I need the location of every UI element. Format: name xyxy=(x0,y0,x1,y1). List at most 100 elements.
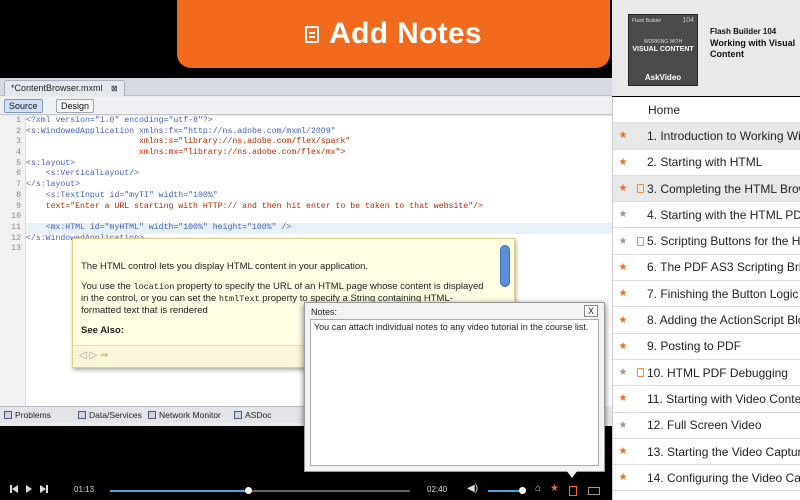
add-notes-banner: Add Notes xyxy=(177,0,610,68)
lesson-label: 7. Finishing the Button Logic xyxy=(647,286,799,301)
lesson-item[interactable]: ★ 1. Introduction to Working With xyxy=(613,123,800,150)
cover-subtitle: WORKING WITH xyxy=(643,39,683,45)
lesson-item[interactable]: ★ 4. Starting with the HTML PDF xyxy=(613,202,800,229)
app-window: *ContentBrowser.mxml ⊠ Source Design 123… xyxy=(0,0,800,500)
lesson-label: 6. The PDF AS3 Scripting Bridge xyxy=(647,260,800,275)
tooltip-scrollbar[interactable] xyxy=(500,245,510,287)
lesson-label: 11. Starting with Video Content xyxy=(647,391,800,406)
total-duration: 02:40 xyxy=(427,485,448,494)
line-number: 9 xyxy=(16,201,21,211)
lesson-item[interactable]: ★ 8. Adding the ActionScript Blocks xyxy=(613,307,800,334)
fast-forward-icon[interactable] xyxy=(40,485,48,495)
lesson-item[interactable]: ★ 13. Starting the Video Capture xyxy=(613,439,800,466)
favorite-star-icon[interactable]: ★ xyxy=(613,183,633,194)
line-number: 6 xyxy=(16,169,21,179)
favorite-star-icon[interactable]: ★ xyxy=(613,420,633,431)
lesson-item[interactable]: ★ 5. Scripting Buttons for the HTML xyxy=(613,228,800,255)
lesson-item[interactable]: ★ 7. Finishing the Button Logic xyxy=(613,281,800,308)
lesson-label: 4. Starting with the HTML PDF xyxy=(647,207,800,222)
favorite-star-icon[interactable]: ★ xyxy=(613,367,633,378)
note-indicator-icon xyxy=(633,368,647,378)
lesson-label: 1. Introduction to Working With xyxy=(647,128,800,143)
line-number: 1 xyxy=(16,116,21,125)
lesson-list: Home ★ 1. Introduction to Working With ★ 2. … xyxy=(612,97,800,500)
lesson-item[interactable]: ★ 9. Posting to PDF xyxy=(613,334,800,360)
lesson-item[interactable]: ★ 6. The PDF AS3 Scripting Bridge xyxy=(613,255,800,282)
favorite-star-icon[interactable]: ★ xyxy=(613,341,633,352)
banner-title: Add Notes xyxy=(329,17,482,50)
favorite-star-icon[interactable]: ★ xyxy=(613,209,633,220)
file-tab[interactable]: *ContentBrowser.mxml ⊠ xyxy=(4,80,125,96)
data-services-tab[interactable]: Data/Services xyxy=(78,410,142,420)
line-number: 3 xyxy=(16,137,21,147)
code-line[interactable]: xmlns:s="library://ns.adobe.com/flex/spa… xyxy=(26,137,612,148)
code-line[interactable]: <s:VerticalLayout/> xyxy=(26,169,612,180)
lesson-item[interactable]: ★ 2. Starting with HTML xyxy=(613,150,800,176)
lesson-item[interactable]: ★ 14. Configuring the Video Capture xyxy=(613,465,800,492)
favorite-star-icon[interactable]: ★ xyxy=(613,236,633,247)
notes-textarea[interactable]: You can attach individual notes to any v… xyxy=(310,319,599,466)
close-notes-button[interactable]: X xyxy=(584,305,598,317)
code-line[interactable]: xmlns:mx="library://ns.adobe.com/flex/mx… xyxy=(26,148,612,159)
play-icon[interactable] xyxy=(26,485,32,495)
course-title: Working with Visual Content xyxy=(710,38,796,59)
note-indicator-icon xyxy=(633,236,647,246)
note-indicator-icon xyxy=(633,184,647,194)
notes-icon[interactable] xyxy=(569,486,577,496)
network-monitor-tab[interactable]: Network Monitor xyxy=(148,410,221,420)
star-icon[interactable]: ★ xyxy=(550,483,559,494)
code-line[interactable]: text="Enter a URL starting with HTTP:// … xyxy=(26,202,612,213)
favorite-star-icon[interactable]: ★ xyxy=(613,446,633,457)
course-cover-image[interactable]: Flash Builder 104 WORKING WITH VISUAL CO… xyxy=(628,14,698,86)
line-number: 8 xyxy=(16,190,21,200)
lesson-item[interactable]: ★ 11. Starting with Video Content xyxy=(613,386,800,413)
open-doc-icon[interactable]: ⇒ xyxy=(100,350,108,361)
favorite-star-icon[interactable]: ★ xyxy=(613,393,633,404)
lesson-label: 2. Starting with HTML xyxy=(647,155,763,170)
volume-slider[interactable] xyxy=(488,487,526,494)
volume-handle[interactable] xyxy=(518,487,526,494)
seek-handle[interactable] xyxy=(244,487,252,494)
lesson-item[interactable]: ★ 10. HTML PDF Debugging xyxy=(613,360,800,387)
file-tab-label: *ContentBrowser.mxml xyxy=(11,83,103,93)
lesson-label: 8. Adding the ActionScript Blocks xyxy=(647,313,800,328)
tooltip-intro: The HTML control lets you display HTML c… xyxy=(81,261,369,272)
seek-bar[interactable] xyxy=(110,487,410,494)
lesson-label: 5. Scripting Buttons for the HTML xyxy=(647,234,800,249)
lesson-item[interactable]: ★ 3. Completing the HTML Browser xyxy=(613,175,800,203)
favorite-star-icon[interactable]: ★ xyxy=(613,130,633,141)
volume-icon[interactable]: ◀) xyxy=(467,483,478,494)
code-line[interactable] xyxy=(26,212,612,223)
lesson-item[interactable]: ★ 12. Full Screen Video xyxy=(613,413,800,439)
fullscreen-icon[interactable] xyxy=(588,487,600,495)
home-icon[interactable]: ⌂ xyxy=(535,483,541,494)
code-line[interactable]: <s:layout> xyxy=(26,159,612,170)
lesson-label: 13. Starting the Video Capture xyxy=(647,444,800,459)
back-icon[interactable]: ◁ xyxy=(79,350,87,361)
favorite-star-icon[interactable]: ★ xyxy=(613,472,633,483)
notes-pointer xyxy=(566,470,578,478)
lesson-label: 14. Configuring the Video Capture xyxy=(647,470,800,485)
source-mode-button[interactable]: Source xyxy=(4,99,43,113)
cover-title: VISUAL CONTENT xyxy=(632,46,694,53)
line-number: 13 xyxy=(11,244,21,254)
asdoc-tab[interactable]: ASDoc xyxy=(234,410,271,420)
design-mode-button[interactable]: Design xyxy=(56,99,95,113)
code-line[interactable]: <mx:HTML id="myHTML" width="100%" height… xyxy=(26,222,612,234)
lesson-home[interactable]: Home xyxy=(613,97,800,124)
close-tab-icon[interactable]: ⊠ xyxy=(111,84,118,93)
favorite-star-icon[interactable]: ★ xyxy=(613,262,633,273)
panel-tabs: Problems Data/Services Network Monitor A… xyxy=(0,406,304,423)
code-line[interactable]: <?xml version="1.0" encoding="utf-8"?> xyxy=(26,116,612,127)
code-line[interactable]: <s:WindowedApplication xmlns:fx="http://… xyxy=(26,127,612,138)
course-series: Flash Builder 104 xyxy=(710,27,777,36)
forward-icon[interactable]: ▷ xyxy=(89,350,97,361)
problems-tab[interactable]: Problems xyxy=(4,410,51,420)
code-line[interactable]: </s:layout> xyxy=(26,180,612,191)
favorite-star-icon[interactable]: ★ xyxy=(613,157,633,168)
favorite-star-icon[interactable]: ★ xyxy=(613,315,633,326)
favorite-star-icon[interactable]: ★ xyxy=(613,288,633,299)
lesson-label: Home xyxy=(648,102,681,117)
code-line[interactable]: <s:TextInput id="myTI" width="100%" xyxy=(26,191,612,202)
rewind-icon[interactable] xyxy=(10,485,18,495)
